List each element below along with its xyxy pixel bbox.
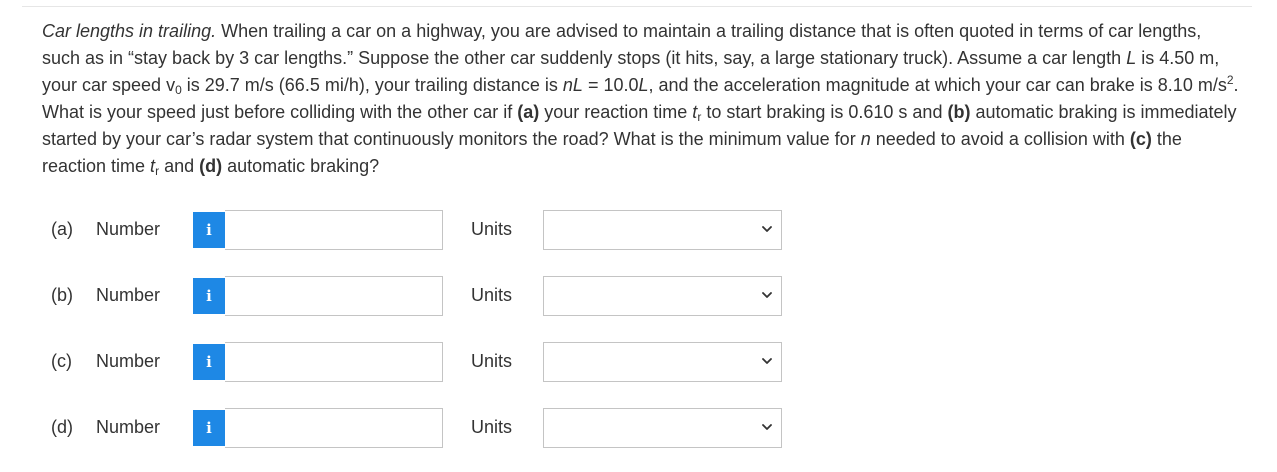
units-select-d[interactable] [543, 408, 782, 448]
number-label-c: Number [96, 351, 161, 371]
chevron-down-icon [762, 292, 772, 298]
units-select-a[interactable] [543, 210, 782, 250]
number-input-a[interactable] [225, 210, 443, 250]
answer-row-b: (b) Number i Units [0, 276, 1277, 318]
units-select-b[interactable] [543, 276, 782, 316]
units-label-d: Units [471, 417, 513, 437]
number-label-d: Number [96, 417, 161, 437]
part-label-c: (c) [51, 351, 72, 371]
answer-row-d: (d) Number i Units [0, 408, 1277, 450]
info-icon[interactable]: i [193, 344, 225, 380]
info-icon[interactable]: i [193, 212, 225, 248]
units-label-a: Units [471, 219, 513, 239]
number-input-b[interactable] [225, 276, 443, 316]
answer-row-a: (a) Number i Units [0, 210, 1277, 252]
number-input-d[interactable] [225, 408, 443, 448]
units-label-b: Units [471, 285, 513, 305]
top-divider [22, 6, 1252, 7]
number-label-b: Number [96, 285, 161, 305]
part-label-d: (d) [51, 417, 73, 437]
part-label-b: (b) [51, 285, 73, 305]
chevron-down-icon [762, 358, 772, 364]
units-select-c[interactable] [543, 342, 782, 382]
answer-row-c: (c) Number i Units [0, 342, 1277, 384]
units-label-c: Units [471, 351, 513, 371]
question-text: Car lengths in trailing. When trailing a… [42, 21, 1239, 178]
number-label-a: Number [96, 219, 161, 239]
question-title: Car lengths in trailing. [42, 21, 217, 41]
info-icon[interactable]: i [193, 410, 225, 446]
chevron-down-icon [762, 424, 772, 430]
part-label-a: (a) [51, 219, 73, 239]
info-icon[interactable]: i [193, 278, 225, 314]
chevron-down-icon [762, 226, 772, 232]
number-input-c[interactable] [225, 342, 443, 382]
